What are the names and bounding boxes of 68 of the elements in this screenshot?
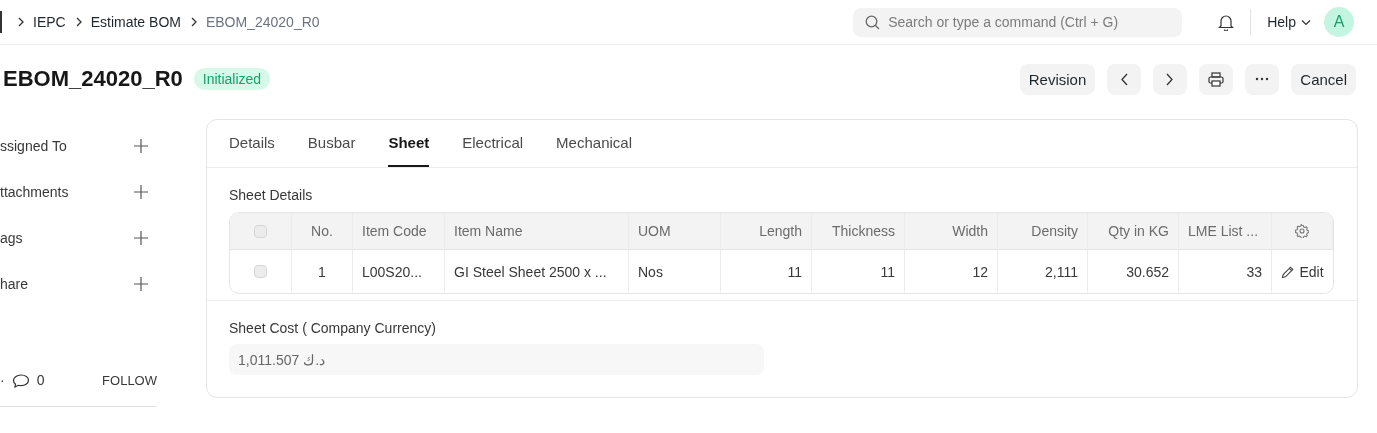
search-field[interactable]: Search or type a command (Ctrl + G) <box>853 7 1183 37</box>
column-header: LME List ... <box>1179 213 1272 250</box>
table-cell: 1 <box>292 250 353 293</box>
comment-count: 0 <box>36 372 45 388</box>
chevron-right-icon <box>1165 71 1176 87</box>
bell-icon[interactable] <box>1218 13 1235 31</box>
settings-icon <box>1295 224 1309 238</box>
more-icon <box>1255 77 1270 81</box>
table-cell: L00S20... <box>353 250 445 293</box>
pencil-icon <box>1281 264 1295 279</box>
tab[interactable]: Mechanical <box>556 120 632 167</box>
printer-icon <box>1208 71 1225 87</box>
table-cell: 2,111 <box>998 250 1088 293</box>
status-badge: Initialized <box>193 68 271 90</box>
plus-icon[interactable] <box>133 276 149 292</box>
sidebar-label: ags <box>0 230 23 246</box>
column-header: Width <box>905 213 998 250</box>
print-button[interactable] <box>1199 63 1234 95</box>
select-all-checkbox[interactable] <box>254 224 267 238</box>
breadcrumb-link[interactable]: IEPC <box>33 14 66 30</box>
table-cell: 12 <box>905 250 998 293</box>
column-header: Qty in KG <box>1088 213 1179 250</box>
caret-icon <box>1301 18 1311 26</box>
previous-button[interactable] <box>1107 63 1142 95</box>
breadcrumb-link[interactable]: Estimate BOM <box>90 14 181 30</box>
section-title: Sheet Details <box>229 187 314 203</box>
plus-icon[interactable] <box>133 184 149 200</box>
field-label: Sheet Cost ( Company Currency) <box>229 320 437 336</box>
tab[interactable]: Electrical <box>462 120 524 167</box>
page-title: EBOM_24020_R0 <box>3 66 183 92</box>
breadcrumb-link[interactable]: EBOM_24020_R0 <box>205 14 320 30</box>
column-header: Length <box>721 213 812 250</box>
chevron-icon <box>17 17 24 27</box>
help-menu[interactable]: Help <box>1267 14 1311 30</box>
cost-field[interactable]: 1,011.507 د.ك <box>229 344 764 375</box>
column-header: UOM <box>629 213 721 250</box>
next-button[interactable] <box>1153 63 1188 95</box>
chevron-left-icon <box>1119 71 1130 87</box>
sidebar-label: ssigned To <box>0 138 67 154</box>
column-header: Thickness <box>812 213 905 250</box>
logo-mark <box>0 11 2 33</box>
comment-icon <box>11 372 30 388</box>
follow-button[interactable]: FOLLOW <box>102 372 157 388</box>
chevron-icon <box>189 17 197 27</box>
sidebar-label: hare <box>0 276 29 292</box>
table-cell: GI Steel Sheet 2500 x ... <box>445 250 629 293</box>
action-button[interactable]: Cancel <box>1291 63 1356 95</box>
column-header: No. <box>292 213 353 250</box>
table-cell: 11 <box>721 250 812 293</box>
tab[interactable]: Busbar <box>307 120 356 167</box>
column-header: Item Name <box>445 213 629 250</box>
sidebar-label: ttachments <box>0 184 69 200</box>
table-cell: 33 <box>1179 250 1272 293</box>
table-cell: Nos <box>629 250 721 293</box>
separator-dot: · <box>0 372 5 388</box>
chevron-icon <box>74 17 82 27</box>
table-cell: 11 <box>812 250 905 293</box>
tab[interactable]: Sheet <box>388 120 430 167</box>
table-cell: 30.652 <box>1088 250 1179 293</box>
plus-icon[interactable] <box>133 138 149 154</box>
row-checkbox[interactable] <box>254 265 267 278</box>
edit-button[interactable]: Edit <box>1281 263 1324 280</box>
action-button[interactable]: Revision <box>1019 63 1096 95</box>
plus-icon[interactable] <box>133 230 149 246</box>
column-header: Density <box>998 213 1088 250</box>
search-icon <box>865 14 881 30</box>
tab[interactable]: Details <box>229 120 275 167</box>
column-header: Item Code <box>353 213 445 250</box>
